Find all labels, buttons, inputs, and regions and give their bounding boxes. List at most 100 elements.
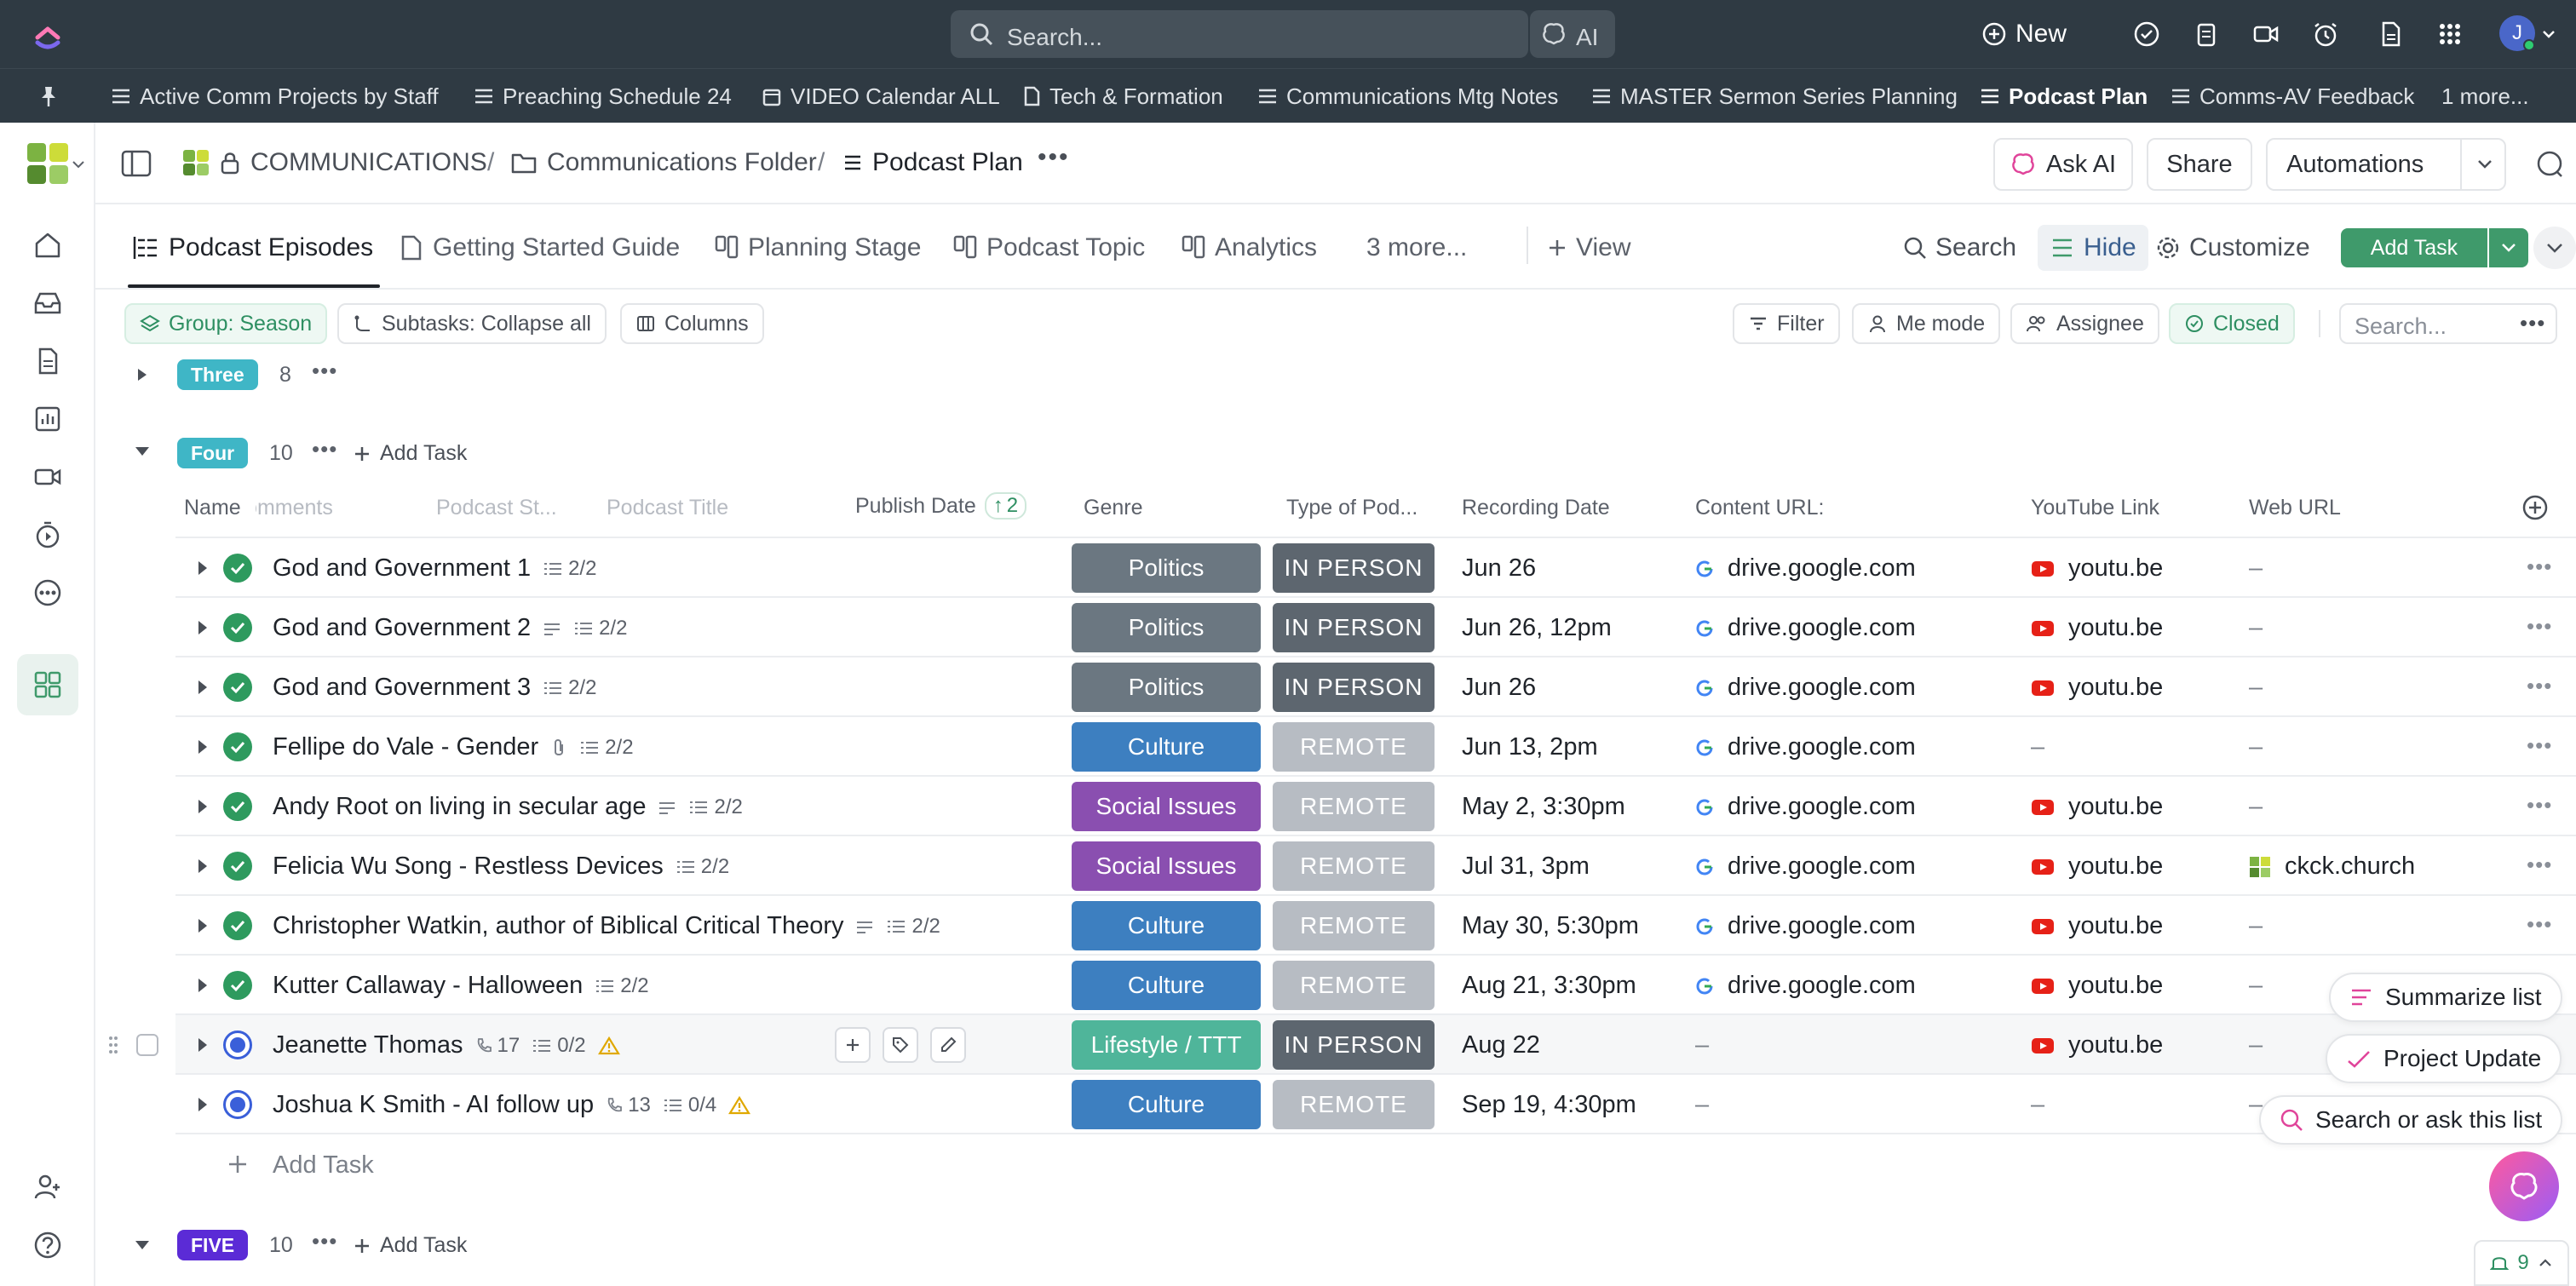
- column-content-url[interactable]: Content URL:: [1695, 496, 1824, 520]
- column-comments[interactable]: Comments: [256, 496, 375, 520]
- tab-analytics[interactable]: Analytics: [1181, 233, 1317, 262]
- status-complete-icon[interactable]: [223, 971, 252, 1000]
- youtube-cell[interactable]: youtu.be: [2031, 614, 2163, 642]
- content-url-link[interactable]: drive.google.com: [1728, 912, 1916, 940]
- group-five-add-task[interactable]: Add Task: [353, 1233, 467, 1258]
- row-options-icon[interactable]: •••: [2527, 911, 2552, 938]
- favorite-item[interactable]: Active Comm Projects by Staff: [111, 83, 439, 110]
- workspace-icon[interactable]: [26, 141, 70, 186]
- inbox-icon[interactable]: [32, 288, 63, 319]
- youtube-cell[interactable]: youtu.be: [2031, 793, 2163, 821]
- expand-caret-icon[interactable]: [196, 559, 210, 577]
- rename-button[interactable]: [930, 1027, 966, 1063]
- subtask-count[interactable]: 2/2: [676, 855, 729, 879]
- subtask-count[interactable]: 2/2: [573, 617, 627, 640]
- content-url-link[interactable]: drive.google.com: [1728, 554, 1916, 583]
- youtube-link[interactable]: youtu.be: [2068, 853, 2163, 881]
- content-url-link[interactable]: drive.google.com: [1728, 972, 1916, 1000]
- group-by-chip[interactable]: Group: Season: [124, 303, 328, 344]
- collapse-caret-icon[interactable]: [133, 1238, 152, 1252]
- youtube-cell[interactable]: –: [2031, 733, 2044, 761]
- expand-caret-icon[interactable]: [196, 1036, 210, 1054]
- subtask-count[interactable]: 2/2: [688, 795, 743, 819]
- ai-button[interactable]: AI: [1530, 10, 1615, 58]
- table-row[interactable]: Andy Root on living in secular age 2/2 Soc…: [175, 775, 2576, 835]
- youtube-link[interactable]: youtu.be: [2068, 674, 2163, 702]
- web-url-link[interactable]: ckck.church: [2285, 853, 2415, 881]
- table-row[interactable]: Felicia Wu Song - Restless Devices 2/2 Soc…: [175, 835, 2576, 894]
- ai-assistant-button[interactable]: [2489, 1151, 2559, 1221]
- summarize-list-button[interactable]: Summarize list: [2329, 973, 2562, 1022]
- clipboard-icon[interactable]: [2191, 19, 2222, 49]
- add-task-button[interactable]: Add Task: [2341, 228, 2487, 267]
- collapse-caret-icon[interactable]: [133, 445, 152, 458]
- subtasks-chip[interactable]: Subtasks: Collapse all: [337, 303, 607, 344]
- content-url-cell[interactable]: drive.google.com: [1695, 853, 1916, 881]
- alarm-clock-icon[interactable]: [2310, 19, 2341, 49]
- youtube-link[interactable]: youtu.be: [2068, 793, 2163, 821]
- content-url-cell[interactable]: drive.google.com: [1695, 554, 1916, 583]
- type-tag[interactable]: IN PERSON: [1273, 663, 1435, 712]
- youtube-link[interactable]: youtu.be: [2068, 554, 2163, 583]
- youtube-cell[interactable]: youtu.be: [2031, 853, 2163, 881]
- closed-chip[interactable]: Closed: [2169, 303, 2295, 344]
- task-name[interactable]: God and Government 3 2/2: [273, 674, 596, 702]
- type-tag[interactable]: IN PERSON: [1273, 543, 1435, 593]
- youtube-link[interactable]: youtu.be: [2068, 1031, 2163, 1059]
- row-options-icon[interactable]: •••: [2527, 852, 2552, 878]
- favorite-item[interactable]: Preaching Schedule 24: [474, 83, 732, 110]
- web-url-cell[interactable]: –: [2249, 1031, 2263, 1059]
- group-four-badge[interactable]: Four: [177, 438, 249, 468]
- expand-caret-icon[interactable]: [135, 366, 150, 383]
- task-name[interactable]: Felicia Wu Song - Restless Devices 2/2: [273, 853, 729, 881]
- expand-caret-icon[interactable]: [196, 916, 210, 935]
- genre-tag[interactable]: Social Issues: [1072, 782, 1261, 831]
- web-url-cell[interactable]: –: [2249, 793, 2263, 821]
- type-tag[interactable]: REMOTE: [1273, 841, 1435, 891]
- web-url-cell[interactable]: –: [2249, 972, 2263, 1000]
- task-name[interactable]: God and Government 1 2/2: [273, 554, 596, 583]
- tab-podcast-episodes[interactable]: Podcast Episodes: [131, 233, 373, 262]
- type-tag[interactable]: REMOTE: [1273, 901, 1435, 950]
- tab-more-views[interactable]: 3 more...: [1366, 233, 1467, 262]
- invite-user-icon[interactable]: [32, 1172, 63, 1203]
- recording-date[interactable]: May 2, 3:30pm: [1462, 793, 1625, 821]
- drag-handle-icon[interactable]: [107, 1034, 119, 1056]
- row-options-icon[interactable]: •••: [2527, 792, 2552, 818]
- expand-caret-icon[interactable]: [196, 976, 210, 995]
- recording-date[interactable]: Jun 26: [1462, 674, 1536, 702]
- subtask-count[interactable]: 2/2: [886, 915, 940, 939]
- ask-ai-button[interactable]: Ask AI: [1993, 138, 2133, 191]
- table-row[interactable]: God and Government 3 2/2 Politics IN PERSON…: [175, 656, 2576, 715]
- breadcrumb-space[interactable]: COMMUNICATIONS: [182, 148, 487, 177]
- help-icon[interactable]: [32, 1230, 63, 1260]
- column-podcast-status[interactable]: Podcast St...: [436, 496, 557, 520]
- genre-tag[interactable]: Culture: [1072, 1080, 1261, 1129]
- content-url-link[interactable]: drive.google.com: [1728, 733, 1916, 761]
- sort-badge[interactable]: ↑ 2: [984, 492, 1027, 520]
- video-icon[interactable]: [2251, 19, 2281, 49]
- column-name[interactable]: Name: [184, 496, 241, 520]
- youtube-cell[interactable]: youtu.be: [2031, 972, 2163, 1000]
- content-url-link[interactable]: drive.google.com: [1728, 614, 1916, 642]
- tab-planning-stage[interactable]: Planning Stage: [714, 233, 922, 262]
- project-update-button[interactable]: Project Update: [2326, 1034, 2562, 1083]
- column-recording-date[interactable]: Recording Date: [1462, 496, 1610, 520]
- spaces-icon[interactable]: [32, 669, 63, 700]
- sidebar-toggle-icon[interactable]: [121, 150, 152, 177]
- genre-tag[interactable]: Politics: [1072, 663, 1261, 712]
- content-url-cell[interactable]: –: [1695, 1091, 1709, 1119]
- status-complete-icon[interactable]: [223, 911, 252, 940]
- chevron-down-icon[interactable]: [72, 158, 85, 170]
- task-name[interactable]: Andy Root on living in secular age 2/2: [273, 793, 743, 821]
- row-options-icon[interactable]: •••: [2527, 554, 2552, 580]
- hide-button[interactable]: Hide: [2038, 225, 2148, 271]
- table-row[interactable]: God and Government 1 2/2 Politics IN PERSON…: [175, 537, 2576, 596]
- row-checkbox[interactable]: [136, 1034, 158, 1056]
- genre-tag[interactable]: Lifestyle / TTT: [1072, 1020, 1261, 1070]
- genre-tag[interactable]: Social Issues: [1072, 841, 1261, 891]
- collapse-views-button[interactable]: [2533, 227, 2576, 269]
- web-url-cell[interactable]: –: [2249, 554, 2263, 583]
- table-row[interactable]: Jeanette Thomas 17 0/2 Lifestyle / TTT IN PE…: [109, 1013, 2576, 1073]
- document-icon[interactable]: [2375, 19, 2406, 49]
